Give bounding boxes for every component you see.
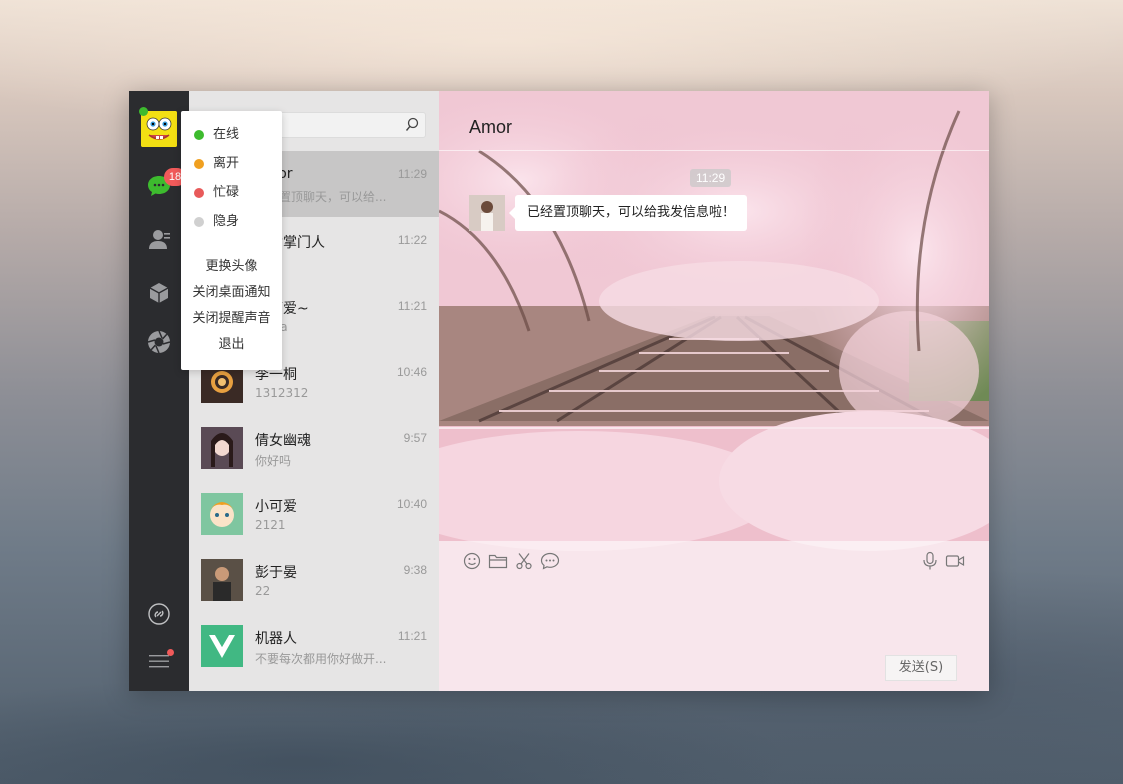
- message-bubble: 已经置顶聊天，可以给我发信息啦！: [508, 195, 748, 231]
- folder-icon: [488, 554, 508, 569]
- spongebob-icon: [141, 111, 177, 147]
- sender-avatar[interactable]: [469, 195, 505, 231]
- status-color-dot: [194, 188, 204, 198]
- chat-item-pengyuyan[interactable]: 彭于晏 9:38 22: [189, 547, 439, 613]
- chat-name: 彭于晏: [255, 565, 297, 581]
- microphone-icon: [923, 551, 937, 570]
- emoji-button[interactable]: [462, 551, 482, 571]
- status-color-dot: [194, 217, 204, 227]
- chat-preview: 你好吗: [255, 454, 292, 468]
- user-avatar[interactable]: [141, 111, 177, 147]
- nav-sidebar: 18: [129, 91, 189, 691]
- chat-time: 11:21: [397, 629, 427, 643]
- status-label: 在线: [213, 127, 240, 142]
- chat-time: 10:40: [396, 497, 427, 511]
- screenshot-button[interactable]: [514, 551, 534, 571]
- chat-preview: 1312312: [255, 386, 309, 400]
- chat-item-xiaokeai[interactable]: 小可爱 10:40 2121: [189, 481, 439, 547]
- chat-time: 11:22: [397, 233, 427, 247]
- vue-logo-avatar: [201, 625, 243, 667]
- chat-name: 倩女幽魂: [255, 433, 311, 449]
- disable-desktop-notify-item[interactable]: 关闭桌面通知: [181, 282, 282, 304]
- chat-preview: 22: [255, 584, 271, 598]
- box-icon: [149, 283, 169, 303]
- contact-avatar: [201, 559, 243, 601]
- status-label: 离开: [213, 156, 240, 171]
- message-timestamp: 11:29: [690, 169, 732, 187]
- status-label: 隐身: [213, 214, 240, 229]
- nav-box[interactable]: [144, 278, 174, 308]
- chat-item-qiannv[interactable]: 倩女幽魂 9:57 你好吗: [189, 415, 439, 481]
- status-color-dot: [194, 130, 204, 140]
- logout-item[interactable]: 退出: [181, 334, 282, 356]
- message-composer[interactable]: 发送(S): [439, 541, 989, 691]
- disable-sound-item[interactable]: 关闭提醒声音: [181, 308, 282, 330]
- status-option-busy[interactable]: 忙碌: [181, 182, 282, 204]
- chat-name: 小可爱: [255, 499, 297, 515]
- chat-name: 机器人: [255, 631, 297, 647]
- nav-moments[interactable]: [144, 327, 174, 357]
- chat-panel: Amor 11:29 已经置顶聊天，可以给我发信息啦！ 发送(S): [439, 91, 989, 691]
- search-icon[interactable]: [405, 117, 419, 137]
- chat-time: 9:38: [403, 563, 427, 577]
- send-button[interactable]: 发送(S): [885, 655, 957, 681]
- nav-contacts[interactable]: [144, 224, 174, 254]
- contact-avatar: [201, 427, 243, 469]
- message-dots-icon: [540, 552, 560, 570]
- menu-notification-dot: [167, 649, 174, 656]
- chat-time: 11:21: [397, 299, 427, 313]
- nav-link[interactable]: [144, 599, 174, 629]
- link-icon: [148, 603, 170, 625]
- status-dropdown-menu: 在线 离开 忙碌 隐身 更换头像 关闭桌面通知 关闭提醒声音 退出: [181, 111, 282, 370]
- status-option-away[interactable]: 离开: [181, 153, 282, 175]
- online-status-dot: [139, 107, 148, 116]
- scissors-icon: [516, 553, 532, 570]
- status-label: 忙碌: [213, 185, 240, 200]
- chat-preview: 2121: [255, 518, 286, 532]
- change-avatar-item[interactable]: 更换头像: [181, 256, 282, 278]
- chat-preview: 不要每次都用你好做开...: [255, 652, 387, 666]
- status-color-dot: [194, 159, 204, 169]
- voice-button[interactable]: [920, 551, 940, 571]
- video-camera-icon: [945, 555, 965, 567]
- chat-time: 11:29: [397, 167, 427, 181]
- file-button[interactable]: [488, 551, 508, 571]
- chat-item-robot[interactable]: 机器人 11:21 不要每次都用你好做开...: [189, 613, 439, 679]
- smiley-icon: [463, 552, 481, 570]
- contact-avatar: [201, 493, 243, 535]
- video-call-button[interactable]: [945, 551, 965, 571]
- chat-time: 9:57: [403, 431, 427, 445]
- contacts-icon: [149, 230, 170, 249]
- chat-title: Amor: [469, 117, 513, 137]
- status-option-online[interactable]: 在线: [181, 124, 282, 146]
- chat-history-button[interactable]: [540, 551, 560, 571]
- chat-time: 10:46: [396, 365, 427, 379]
- status-option-invisible[interactable]: 隐身: [181, 211, 282, 233]
- menu-icon: [149, 655, 169, 668]
- aperture-icon: [147, 330, 171, 354]
- chat-header: Amor: [439, 91, 989, 151]
